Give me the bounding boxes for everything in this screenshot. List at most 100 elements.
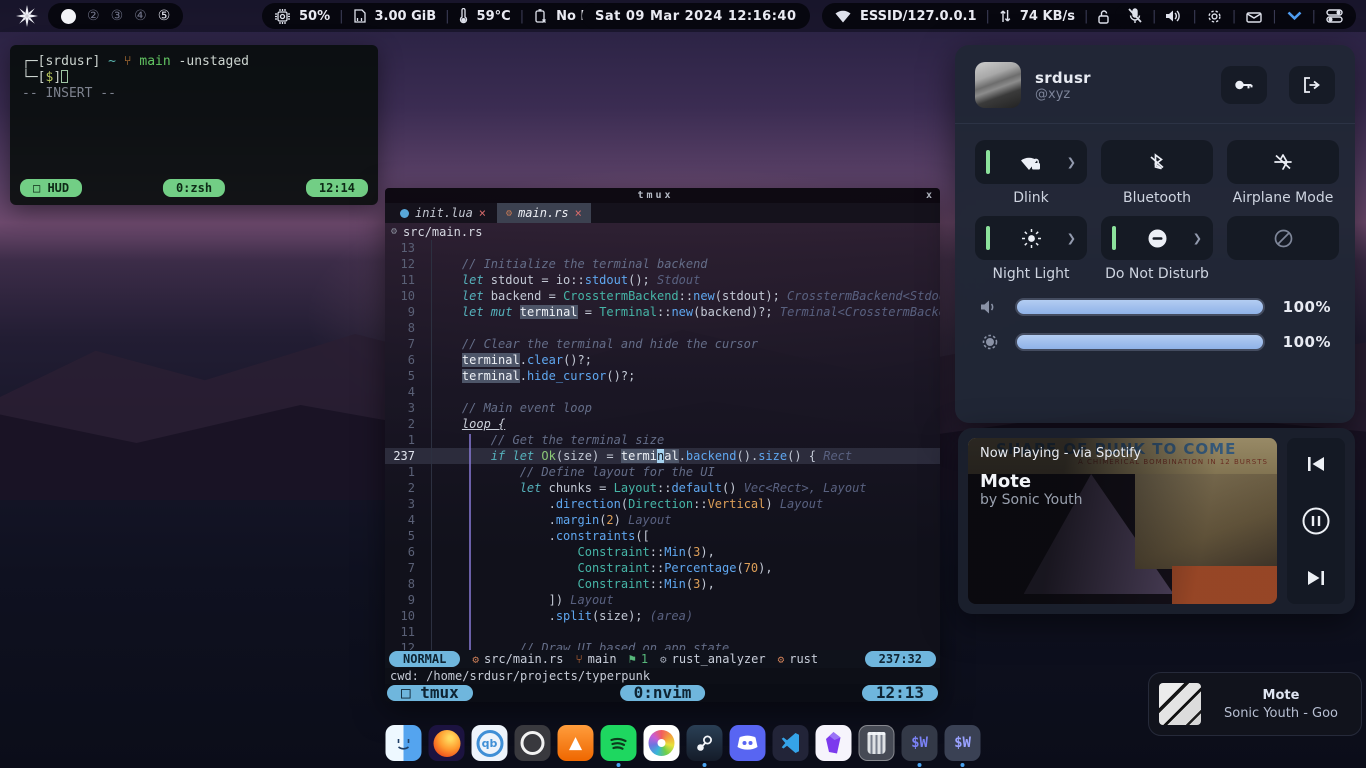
volume-slider[interactable] xyxy=(1015,298,1265,316)
code-line[interactable]: 13 xyxy=(385,240,940,256)
brightness-slider[interactable] xyxy=(1015,333,1265,351)
workspace-5[interactable]: ⑤ xyxy=(158,8,171,24)
wifi-lock-icon xyxy=(1020,154,1042,171)
previous-track-button[interactable] xyxy=(1306,455,1326,473)
terminal-window[interactable]: ┌─[srdusr] ~ ⑂ main -unstaged └─[$] -- I… xyxy=(10,45,378,205)
tab-main-rs[interactable]: ⚙ main.rs × xyxy=(497,203,591,223)
code-line[interactable]: 6 terminal.clear()?; xyxy=(385,352,940,368)
mic-muted-icon[interactable] xyxy=(1128,8,1142,24)
cpu-usage: 50% xyxy=(299,9,330,24)
trash-icon xyxy=(859,725,895,761)
git-branch-icon: ⑂ xyxy=(575,652,582,666)
media-controls xyxy=(1287,438,1345,604)
active-indicator xyxy=(1112,226,1116,250)
dock-discord[interactable] xyxy=(730,725,766,767)
workspace-2[interactable]: ② xyxy=(87,8,100,24)
pause-button[interactable] xyxy=(1301,506,1331,536)
toggle-night-light[interactable]: ❯ xyxy=(975,216,1087,260)
qbittorrent-icon: qb xyxy=(472,725,508,761)
distro-logo-icon[interactable] xyxy=(16,5,38,27)
dock-photos[interactable] xyxy=(644,725,680,767)
notification-popup[interactable]: Mote Sonic Youth - Goo xyxy=(1148,672,1362,736)
dock-statusworld-2[interactable]: $W xyxy=(945,725,981,767)
dock-obsidian[interactable] xyxy=(816,725,852,767)
tmux-session-name[interactable]: □ tmux xyxy=(387,685,473,701)
lock-keys-button[interactable] xyxy=(1221,66,1267,104)
editor-window[interactable]: tmux x init.lua × ⚙ main.rs × ⚙ src/main… xyxy=(385,188,940,702)
cmdline-cwd: cwd: /home/srdusr/projects/typerpunk xyxy=(385,668,940,684)
dock-steam[interactable] xyxy=(687,725,723,767)
code-line[interactable]: 4 xyxy=(385,384,940,400)
dock-spotify[interactable] xyxy=(601,725,637,767)
tmux-window-name[interactable]: 0:zsh xyxy=(163,179,225,197)
clock[interactable]: Sat 09 Mar 2024 12:16:40 xyxy=(582,3,810,29)
tmux-session-name[interactable]: □ HUD xyxy=(20,179,82,197)
logout-icon xyxy=(1303,77,1321,93)
code-line[interactable]: 8 xyxy=(385,320,940,336)
winbar-path: src/main.rs xyxy=(403,225,482,239)
dock-vlc[interactable]: ▲ xyxy=(558,725,594,767)
tmux-window-name[interactable]: 0:nvim xyxy=(620,685,706,701)
media-player-panel: SHAPE OF PUNK TO COME A CHIMERICAL BOMBI… xyxy=(958,428,1355,614)
dock-firefox[interactable] xyxy=(429,725,465,767)
quick-toggles-icon[interactable] xyxy=(1326,9,1343,23)
settings-gear-icon[interactable] xyxy=(1207,9,1222,24)
chevron-right-icon[interactable]: ❯ xyxy=(1067,232,1076,245)
code-line[interactable]: 5 terminal.hide_cursor()?; xyxy=(385,368,940,384)
user-name: srdusr xyxy=(1035,69,1199,87)
volume-icon[interactable] xyxy=(1166,9,1182,23)
next-track-button[interactable] xyxy=(1306,569,1326,587)
terminal-tmux-statusbar: □ HUD 0:zsh 12:14 xyxy=(20,179,368,197)
notification-body: Sonic Youth - Goo xyxy=(1211,706,1351,721)
code-area[interactable]: 1312 // Initialize the terminal backend1… xyxy=(385,240,940,650)
toggle-blocked[interactable] xyxy=(1227,216,1339,260)
system-tray: | | | | | xyxy=(1115,3,1356,29)
volume-icon[interactable] xyxy=(979,299,1001,315)
steam-icon xyxy=(687,725,723,761)
chevron-down-icon[interactable] xyxy=(1287,11,1302,21)
user-header: srdusr @xyz xyxy=(955,45,1355,123)
workspace-4[interactable]: ④ xyxy=(134,8,147,24)
toggle-wifi-dlink[interactable]: ❯ xyxy=(975,140,1087,184)
rust-file-icon: ⚙ xyxy=(391,226,397,237)
code-line[interactable]: 7 // Clear the terminal and hide the cur… xyxy=(385,336,940,352)
tab-close-icon[interactable]: × xyxy=(479,206,486,220)
key-icon xyxy=(1234,78,1254,92)
discord-icon xyxy=(730,725,766,761)
workspace-1-active[interactable] xyxy=(61,9,76,24)
toggle-do-not-disturb[interactable]: ❯ xyxy=(1101,216,1213,260)
window-close-button[interactable]: x xyxy=(926,190,940,201)
code-line[interactable]: 3 // Main event loop xyxy=(385,400,940,416)
temperature: 59°C xyxy=(477,9,511,24)
dock-files[interactable] xyxy=(386,725,422,767)
chevron-right-icon[interactable]: ❯ xyxy=(1193,232,1202,245)
chevron-right-icon[interactable]: ❯ xyxy=(1067,156,1076,169)
toggle-airplane-mode[interactable] xyxy=(1227,140,1339,184)
dock-qbittorrent[interactable]: qb xyxy=(472,725,508,767)
filetype-label: rust xyxy=(789,652,818,666)
code-line[interactable]: 10 let backend = CrosstermBackend::new(s… xyxy=(385,288,940,304)
dock-statusworld-1[interactable]: $W xyxy=(902,725,938,767)
datetime-text: Sat 09 Mar 2024 12:16:40 xyxy=(595,9,797,24)
logout-button[interactable] xyxy=(1289,66,1335,104)
code-line[interactable]: 2 loop { xyxy=(385,416,940,432)
tab-close-icon[interactable]: × xyxy=(575,206,582,220)
workspace-3[interactable]: ③ xyxy=(111,8,124,24)
tab-init-lua[interactable]: init.lua × xyxy=(391,203,495,223)
dock-trash[interactable] xyxy=(859,725,895,767)
dock-vscode[interactable] xyxy=(773,725,809,767)
spotify-icon xyxy=(601,725,637,761)
album-art[interactable]: SHAPE OF PUNK TO COME A CHIMERICAL BOMBI… xyxy=(968,438,1277,604)
toggle-bluetooth[interactable] xyxy=(1101,140,1213,184)
code-line[interactable]: 12 // Initialize the terminal backend xyxy=(385,256,940,272)
code-line[interactable]: 11 let stdout = io::stdout(); Stdout xyxy=(385,272,940,288)
sliders-section: 100% 100% xyxy=(955,288,1355,351)
network-status: ESSID/127.0.0.1 | 74 KB/s | vpn xyxy=(822,3,1159,29)
dock-obs[interactable] xyxy=(515,725,551,767)
brightness-icon[interactable] xyxy=(979,333,1001,351)
code-line[interactable]: 9 let mut terminal = Terminal::new(backe… xyxy=(385,304,940,320)
files-icon xyxy=(386,725,422,761)
mail-icon[interactable] xyxy=(1246,10,1262,23)
battery-missing-icon xyxy=(533,9,547,24)
statusline-filename: src/main.rs xyxy=(484,652,563,666)
